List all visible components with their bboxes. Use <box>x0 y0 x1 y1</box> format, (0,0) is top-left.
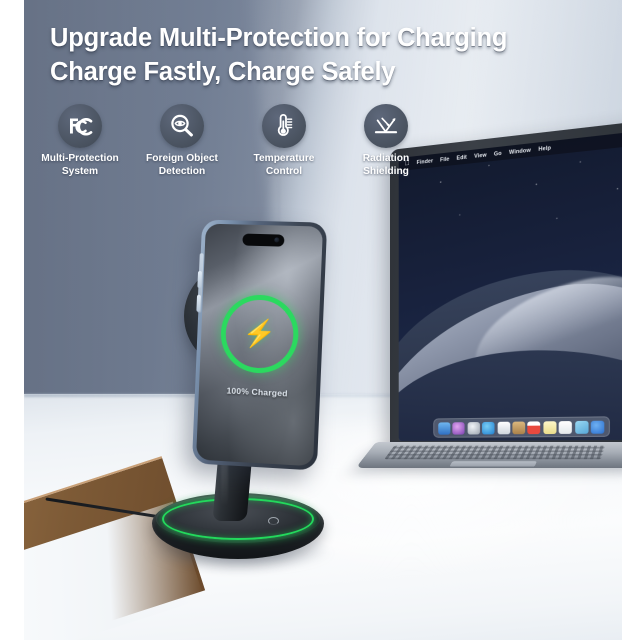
feature-label-line2: Control <box>265 165 303 177</box>
feature-label-line2: Detection <box>158 165 206 177</box>
lightning-bolt-icon: ⚡ <box>242 318 277 350</box>
menu-item-go[interactable]: Go <box>494 150 502 157</box>
app-store-icon[interactable] <box>590 420 605 434</box>
menu-item-file[interactable]: File <box>440 156 449 163</box>
menu-item-help[interactable]: Help <box>538 145 551 153</box>
feature-label-line1: Temperature <box>253 153 315 164</box>
laptop-trackpad <box>449 460 537 467</box>
menu-item-edit[interactable]: Edit <box>457 154 467 161</box>
feature-label-radiation: Radiation Shielding <box>363 153 409 179</box>
safari-icon[interactable] <box>482 421 495 434</box>
feature-radiation-shielding: Radiation Shielding <box>338 104 434 179</box>
dynamic-island <box>242 233 285 247</box>
feature-label-line1: Multi-Protection <box>41 153 119 164</box>
launchpad-icon[interactable] <box>467 421 480 435</box>
macos-dock[interactable] <box>433 416 610 438</box>
volume-up-button[interactable] <box>196 270 202 288</box>
siri-icon[interactable] <box>452 421 465 435</box>
feature-label-line2: System <box>61 165 99 177</box>
menu-item-window[interactable]: Window <box>509 147 531 156</box>
feature-label-foreign-object: Foreign Object Detection <box>146 153 218 179</box>
thermometer-icon <box>262 104 306 148</box>
laptop-keyboard <box>384 445 606 460</box>
reminders-icon[interactable] <box>558 420 573 434</box>
calendar-icon[interactable] <box>527 420 541 434</box>
feature-label-line1: Foreign Object <box>146 153 218 164</box>
radiation-shielding-icon <box>364 104 408 148</box>
macbook-laptop:  Finder File Edit View Go Window Help <box>355 119 622 480</box>
letterbox-right <box>622 0 640 640</box>
feature-label-line2: Shielding <box>363 165 409 177</box>
wireless-charger-stand: ⚡ 100% Charged <box>45 205 352 571</box>
headline-line-2: Charge Fastly, Charge Safely <box>50 57 396 86</box>
product-feature-image:  Finder File Edit View Go Window Help <box>0 0 640 640</box>
feature-label-multi-protection: Multi-Protection System <box>41 153 119 179</box>
contacts-icon[interactable] <box>512 421 526 434</box>
fcc-certification-icon <box>58 104 102 148</box>
headline-line-1: Upgrade Multi-Protection for Charging <box>50 24 508 52</box>
finder-icon[interactable] <box>438 421 451 435</box>
photos-icon[interactable] <box>497 421 510 434</box>
letterbox-left <box>0 0 24 640</box>
laptop-keyboard-base <box>355 442 622 468</box>
feature-temperature-control: Temperature Control <box>236 104 332 179</box>
phone-screen: ⚡ 100% Charged <box>196 223 324 467</box>
menu-item-view[interactable]: View <box>474 152 487 160</box>
headline: Upgrade Multi-Protection for Charging Ch… <box>50 22 520 89</box>
feature-foreign-object-detection: Foreign Object Detection <box>134 104 230 179</box>
volume-down-button[interactable] <box>195 294 201 312</box>
feature-label-temperature: Temperature Control <box>254 153 315 179</box>
notes-icon[interactable] <box>543 420 557 434</box>
feature-icon-row: Multi-Protection System Foreign Object D… <box>32 104 434 179</box>
iphone-device: ⚡ 100% Charged <box>191 219 328 471</box>
maps-icon[interactable] <box>574 420 589 434</box>
feature-label-line1: Radiation <box>362 153 410 164</box>
foreign-object-detection-icon <box>160 104 204 148</box>
brand-logo-icon <box>268 517 279 525</box>
photo-stage:  Finder File Edit View Go Window Help <box>24 0 622 640</box>
feature-multi-protection-system: Multi-Protection System <box>32 104 128 179</box>
